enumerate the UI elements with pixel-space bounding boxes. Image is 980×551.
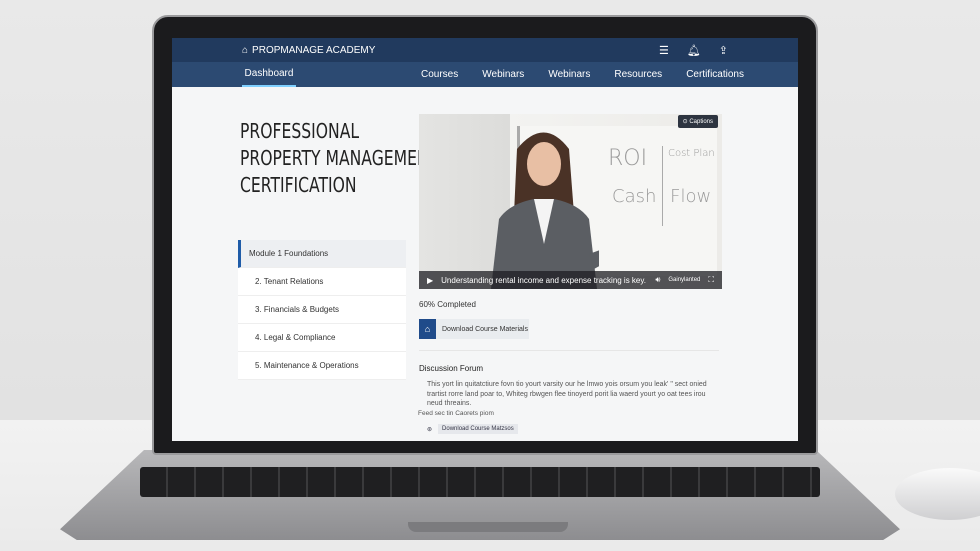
fullscreen-icon[interactable]: ⛶ [708,275,714,285]
nav-webinars-2[interactable]: Webinars [536,69,602,80]
brand-logo[interactable]: ⌂ PROPMANAGE ACADEMY [242,45,375,56]
profile-icon[interactable]: ⇪ [719,44,728,57]
feed-label: Feed sec tin Caorets piom [418,410,494,417]
download-icon: ⌂ [419,319,436,339]
brand-name: PROPMANAGE ACADEMY [252,44,376,56]
video-caption: Understanding rental income and expense … [441,275,647,285]
nav-webinars[interactable]: Webinars [470,69,536,80]
quality-label[interactable]: Gainylanted [668,277,700,283]
instructor-image [491,132,599,289]
module-item[interactable]: Module 1 Foundations [238,240,406,268]
forum-item[interactable]: ⊛ Download Course Matzsos [427,424,518,434]
forum-text: This yort lin quitatctiure fovn tio your… [427,381,707,407]
forum-title: Discussion Forum [419,364,484,373]
progress-label: 60% Completed [419,300,476,309]
module-list: Module 1 Foundations 2. Tenant Relations… [238,240,406,380]
module-item[interactable]: 4. Legal & Compliance [238,324,406,352]
divider [419,350,719,351]
main-nav: Dashboard Courses Webinars Webinars Reso… [172,62,798,87]
whiteboard-text: ROI [608,146,648,171]
module-item[interactable]: 2. Tenant Relations [238,268,406,296]
notification-icon[interactable]: 🔔︎ [687,44,701,57]
home-icon: ⌂ [242,44,249,56]
video-player[interactable]: ROI Cost Plan Cash Flow ⊙ Captions ▶ Und… [419,114,722,289]
nav-resources[interactable]: Resources [602,69,674,80]
screen: ⌂ PROPMANAGE ACADEMY ☰ 🔔︎ ⇪ Dashboard Cou… [172,38,798,441]
play-icon[interactable]: ▶ [427,276,433,285]
download-label: Download Course Materials [442,325,528,333]
user-icon: ⊛ [427,426,433,433]
mouse [895,468,980,520]
nav-dashboard[interactable]: Dashboard [242,62,296,87]
captions-badge[interactable]: ⊙ Captions [677,115,718,128]
module-item[interactable]: 5. Maintenance & Operations [238,352,406,380]
forum-item-label: Download Course Matzsos [438,424,518,434]
nav-certifications[interactable]: Certifications [674,69,756,80]
nav-courses[interactable]: Courses [409,69,470,80]
volume-icon[interactable]: 🔊︎ [655,275,660,285]
video-controls: ▶ Understanding rental income and expens… [419,271,722,289]
menu-icon[interactable]: ☰ [659,44,669,57]
trackpad-notch [408,522,568,532]
module-item[interactable]: 3. Financials & Budgets [238,296,406,324]
download-materials-button[interactable]: ⌂ Download Course Materials [419,319,529,339]
keyboard [140,467,820,497]
whiteboard-text: Cost Plan [668,148,715,159]
top-bar: ⌂ PROPMANAGE ACADEMY ☰ 🔔︎ ⇪ [172,38,798,62]
